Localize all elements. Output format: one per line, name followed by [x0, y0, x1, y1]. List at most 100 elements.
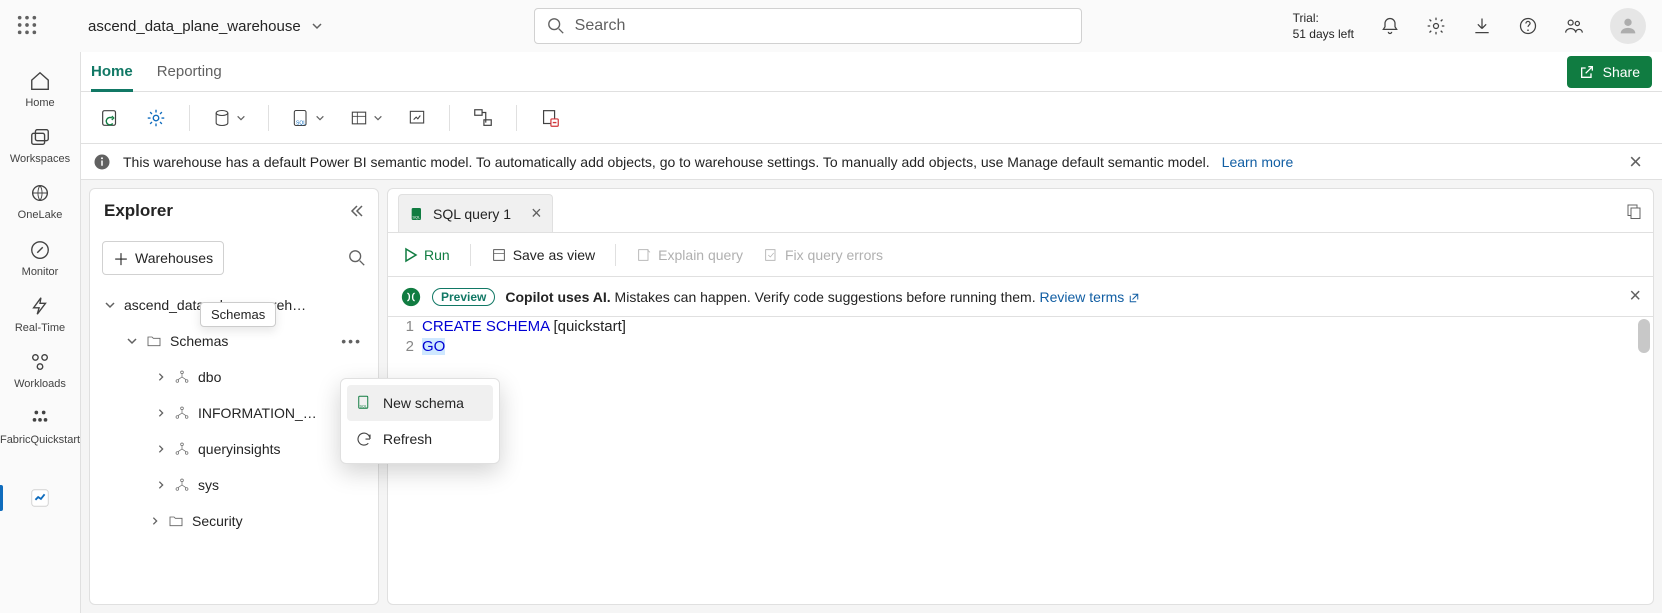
share-icon [1579, 64, 1595, 80]
chevron-right-icon [156, 408, 166, 418]
separator [268, 105, 269, 131]
add-warehouse-button[interactable]: ＋ Warehouses [102, 241, 224, 275]
share-button[interactable]: Share [1567, 56, 1652, 88]
separator [189, 105, 190, 131]
tab-strip: Home Reporting Share [81, 52, 1662, 92]
svg-text:SQL: SQL [412, 214, 421, 219]
banner-learn-more-link[interactable]: Learn more [1222, 154, 1294, 170]
search-placeholder: Search [575, 17, 626, 35]
help-icon[interactable] [1518, 16, 1538, 36]
topbar-right: Trial: 51 days left [1293, 8, 1646, 44]
code-editor[interactable]: 1 2 CREATE SCHEMA [quickstart] GO [388, 317, 1653, 604]
download-icon[interactable] [1472, 16, 1492, 36]
tool-settings[interactable] [141, 103, 171, 133]
tree-schemas[interactable]: Schemas ••• [98, 323, 370, 359]
tool-report[interactable] [403, 104, 431, 132]
schemas-tooltip: Schemas [200, 302, 276, 327]
workspace-title: ascend_data_plane_warehouse [88, 18, 301, 35]
copilot-close-icon[interactable]: × [1629, 285, 1641, 308]
tab-home[interactable]: Home [91, 52, 133, 92]
search-icon [547, 17, 565, 35]
ctx-new-schema[interactable]: SQL New schema [347, 385, 493, 421]
tab-reporting[interactable]: Reporting [157, 52, 222, 92]
info-banner: This warehouse has a default Power BI se… [81, 144, 1662, 180]
tree-schema-information[interactable]: INFORMATION_… [98, 395, 370, 431]
top-bar: ascend_data_plane_warehouse Search Trial… [0, 0, 1662, 52]
separator [516, 105, 517, 131]
editor-tabbar: SQL SQL query 1 × [388, 189, 1653, 233]
separator [449, 105, 450, 131]
tool-data-dropdown[interactable] [208, 104, 250, 132]
schemas-more-icon[interactable]: ••• [341, 333, 362, 349]
collapse-explorer-icon[interactable] [348, 203, 364, 219]
tree-security[interactable]: Security [98, 503, 370, 539]
scrollbar-thumb[interactable] [1638, 319, 1650, 353]
trial-status: Trial: 51 days left [1293, 10, 1354, 42]
chevron-right-icon [156, 444, 166, 454]
schema-icon [174, 405, 190, 421]
rail-monitor[interactable]: Monitor [0, 231, 80, 287]
banner-text: This warehouse has a default Power BI se… [123, 154, 1210, 170]
chevron-down-icon [311, 20, 323, 32]
schema-icon [174, 477, 190, 493]
explorer-tools: ＋ Warehouses [90, 233, 378, 283]
rail-onelake[interactable]: OneLake [0, 174, 80, 230]
rail-realtime[interactable]: Real-Time [0, 287, 80, 343]
rail-workloads[interactable]: Workloads [0, 343, 80, 399]
review-terms-link[interactable]: Review terms [1039, 289, 1140, 305]
sql-file-icon: SQL [355, 394, 373, 412]
chevron-right-icon [150, 516, 160, 526]
rail-fabricqs[interactable]: FabricQuickstart [0, 399, 80, 455]
run-button[interactable]: Run [402, 247, 450, 263]
tool-model[interactable] [468, 103, 498, 133]
toolbar: SQL [81, 92, 1662, 144]
tool-refresh[interactable] [95, 103, 125, 133]
tool-sql-dropdown[interactable]: SQL [287, 104, 329, 132]
schema-icon [174, 441, 190, 457]
tool-delete[interactable] [535, 103, 565, 133]
folder-icon [168, 513, 184, 529]
editor-actionbar: Run Save as view Explain query Fix query… [388, 233, 1653, 277]
copilot-bar: Preview Copilot uses AI. Mistakes can ha… [388, 277, 1653, 317]
refresh-icon [355, 430, 373, 448]
banner-close-icon[interactable]: × [1621, 149, 1650, 175]
tree-schema-queryinsights[interactable]: queryinsights [98, 431, 370, 467]
rail-home[interactable]: Home [0, 62, 80, 118]
tool-table-dropdown[interactable] [345, 104, 387, 132]
folder-icon [146, 333, 162, 349]
info-icon [93, 153, 111, 171]
global-search-input[interactable]: Search [534, 8, 1082, 44]
copilot-icon [400, 286, 422, 308]
gear-icon[interactable] [1426, 16, 1446, 36]
main-area: Explorer ＋ Warehouses ascend_data_plane_… [81, 180, 1662, 613]
ctx-refresh[interactable]: Refresh [347, 421, 493, 457]
copilot-message: Copilot uses AI. Mistakes can happen. Ve… [505, 289, 1140, 305]
avatar[interactable] [1610, 8, 1646, 44]
fix-query-button[interactable]: Fix query errors [763, 247, 883, 263]
ribbon: Home Reporting Share SQL [81, 52, 1662, 144]
workspace-title-dropdown[interactable]: ascend_data_plane_warehouse [88, 18, 323, 35]
rail-app-icon[interactable] [0, 479, 80, 517]
explorer-title: Explorer [104, 201, 173, 221]
rail-workspaces[interactable]: Workspaces [0, 118, 80, 174]
tree-schema-dbo[interactable]: dbo [98, 359, 370, 395]
waffle-icon[interactable] [16, 14, 40, 38]
save-as-view-button[interactable]: Save as view [491, 247, 595, 263]
bell-icon[interactable] [1380, 16, 1400, 36]
chevron-down-icon [126, 335, 138, 347]
preview-badge: Preview [432, 288, 495, 306]
people-icon[interactable] [1564, 16, 1584, 36]
explain-query-button[interactable]: Explain query [636, 247, 743, 263]
editor-panel: SQL SQL query 1 × Run Save as view Expla… [387, 188, 1654, 605]
search-wrap: Search [534, 8, 1082, 44]
context-menu: SQL New schema Refresh [340, 378, 500, 464]
copy-tabs-icon[interactable] [1625, 202, 1643, 220]
chevron-down-icon [104, 299, 116, 311]
svg-text:SQL: SQL [296, 120, 306, 126]
sql-file-icon: SQL [409, 206, 425, 222]
tree-schema-sys[interactable]: sys [98, 467, 370, 503]
schema-icon [174, 369, 190, 385]
tab-close-icon[interactable]: × [531, 203, 542, 224]
query-tab[interactable]: SQL SQL query 1 × [398, 194, 553, 232]
explorer-search-icon[interactable] [348, 249, 366, 267]
